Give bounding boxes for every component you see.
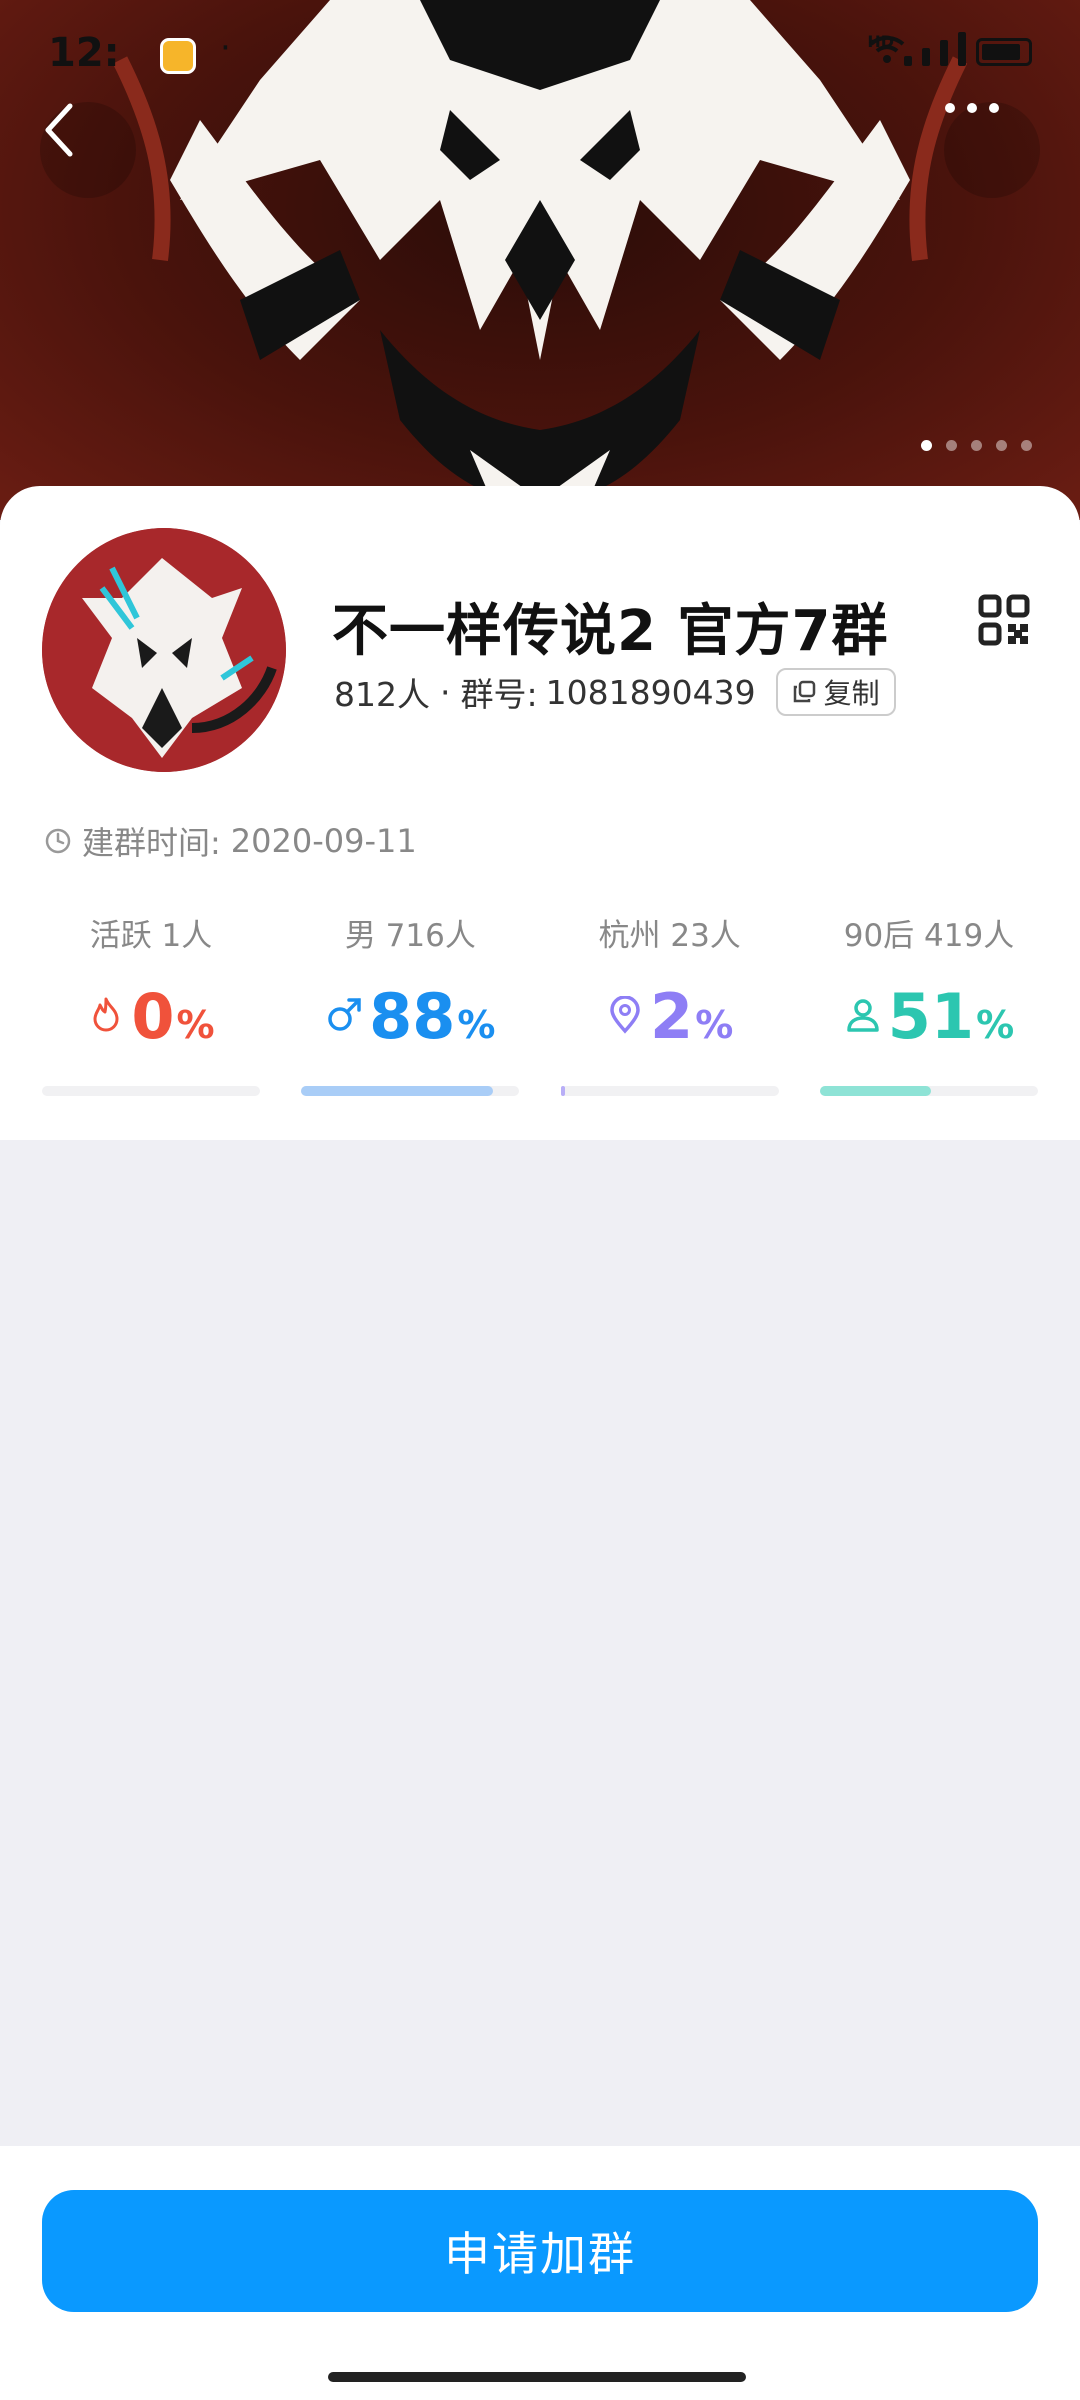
created-date: 建群时间: 2020-09-11 (44, 818, 417, 864)
group-stats: 活跃 1人 0 % 男 716人 88 % 杭州 23人 2 % 90后 419… (42, 910, 1038, 1096)
copy-id-button[interactable]: 复制 (775, 668, 896, 716)
notification-app-icon (160, 38, 196, 74)
stat-location[interactable]: 杭州 23人 2 % (560, 910, 779, 1096)
group-avatar[interactable] (42, 528, 286, 772)
stat-percent-sign: % (695, 1003, 734, 1047)
stat-active[interactable]: 活跃 1人 0 % (42, 910, 260, 1096)
group-cover-banner[interactable]: 12: · HD (0, 0, 1080, 520)
signal-icon (922, 48, 930, 66)
stat-value: 2 % (606, 980, 734, 1053)
stat-label: 活跃 1人 (89, 918, 213, 954)
back-button[interactable] (40, 102, 136, 198)
qr-code-icon (978, 594, 1030, 646)
ellipsis-icon (945, 103, 999, 113)
location-icon (610, 996, 640, 1034)
home-indicator[interactable] (328, 2372, 746, 2382)
stat-age[interactable]: 90后 419人 51 % (819, 910, 1038, 1096)
page-dot (996, 440, 1007, 451)
group-id-label: 群号: (460, 675, 538, 714)
copy-label: 复制 (823, 677, 880, 710)
status-time: 12: (48, 30, 120, 76)
more-button[interactable] (944, 102, 1040, 198)
chevron-left-icon (45, 103, 73, 157)
stat-percent-value: 88 (369, 980, 456, 1053)
group-id-value: 1081890439 (545, 672, 756, 712)
stat-bar (301, 1086, 520, 1096)
stat-percent-sign: % (176, 1003, 215, 1047)
created-value: 2020-09-11 (230, 822, 417, 860)
group-info-card: 不一样传说2 官方7群 812人 · 群号: 1081890439 复制 建群时… (0, 486, 1080, 1140)
stat-bar (819, 1086, 1038, 1096)
wifi-icon (869, 35, 905, 63)
qr-code-button[interactable] (978, 594, 1030, 646)
status-indicators: HD (867, 32, 1032, 66)
stat-label: 杭州 23人 (598, 918, 741, 954)
status-bar: 12: · HD (0, 0, 1080, 110)
stat-percent-value: 2 (650, 980, 694, 1053)
member-count: 812人 (334, 675, 430, 714)
group-meta: 812人 · 群号: 1081890439 复制 (334, 668, 896, 716)
page-dot (921, 440, 932, 451)
stat-bar-fill (560, 1086, 566, 1096)
stat-bar (42, 1086, 260, 1096)
created-label: 建群时间: (82, 824, 221, 862)
signal-icon (940, 40, 948, 66)
stat-value: 0 % (87, 980, 215, 1053)
flame-icon (93, 997, 119, 1032)
stat-percent-value: 0 (131, 980, 175, 1053)
clock-icon (45, 828, 71, 854)
copy-icon (793, 680, 815, 703)
stat-percent-sign: % (976, 1003, 1015, 1047)
stat-value: 88 % (325, 980, 496, 1053)
bottom-action-bar: 申请加群 (0, 2146, 1080, 2400)
battery-icon (976, 38, 1032, 66)
page-dot (1021, 440, 1032, 451)
stat-label: 男 716人 (344, 918, 476, 954)
page-dot (971, 440, 982, 451)
person-icon (847, 999, 879, 1032)
male-icon (328, 998, 361, 1031)
page-dot (946, 440, 957, 451)
avatar-artwork (42, 528, 286, 772)
stat-bar-fill (819, 1086, 932, 1096)
group-name: 不一样传说2 官方7群 (332, 599, 889, 664)
signal-icon (958, 32, 966, 66)
stat-label: 90后 419人 (843, 918, 1015, 954)
status-more-indicator: · (220, 28, 231, 68)
stat-value: 51 % (844, 980, 1015, 1053)
meta-separator: · (440, 672, 451, 712)
stat-percent-value: 51 (887, 980, 975, 1053)
join-group-button[interactable]: 申请加群 (42, 2190, 1038, 2312)
stat-bar (560, 1086, 779, 1096)
stat-bar-fill (301, 1086, 494, 1096)
cover-page-indicator (921, 440, 1032, 451)
stat-percent-sign: % (457, 1003, 496, 1047)
stat-male[interactable]: 男 716人 88 % (301, 910, 520, 1096)
